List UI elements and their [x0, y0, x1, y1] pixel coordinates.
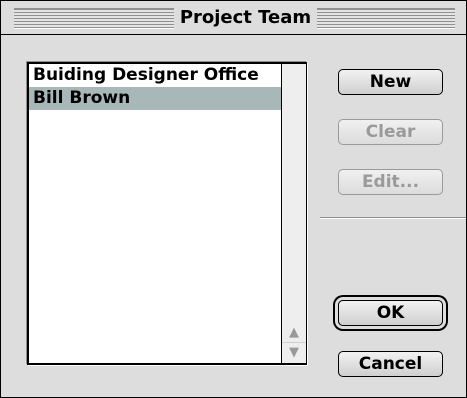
new-button[interactable]: New — [338, 69, 443, 95]
team-list-rows: Buiding Designer Office Bill Brown — [29, 64, 281, 110]
button-separator — [320, 217, 466, 219]
list-item-selected[interactable]: Bill Brown — [29, 87, 281, 110]
cancel-button[interactable]: Cancel — [338, 351, 443, 377]
triangle-up-icon: ▲ — [289, 324, 299, 340]
scroll-up-button[interactable]: ▲ — [282, 323, 306, 341]
edit-button[interactable]: Edit... — [338, 169, 443, 195]
team-list[interactable]: Buiding Designer Office Bill Brown ▲ ▼ — [27, 62, 307, 365]
ok-button[interactable]: OK — [338, 300, 443, 326]
title-bar-stripes-right — [317, 8, 455, 29]
clear-button[interactable]: Clear — [338, 119, 443, 145]
dialog-title: Project Team — [174, 7, 317, 29]
scroll-down-button[interactable]: ▼ — [282, 342, 306, 361]
list-scrollbar[interactable]: ▲ ▼ — [281, 64, 306, 363]
title-bar[interactable]: Project Team — [1, 1, 466, 35]
project-team-dialog: Project Team Buiding Designer Office Bil… — [0, 0, 467, 398]
list-item[interactable]: Buiding Designer Office — [29, 64, 281, 87]
triangle-down-icon: ▼ — [289, 344, 299, 360]
title-bar-stripes-left — [14, 8, 174, 29]
